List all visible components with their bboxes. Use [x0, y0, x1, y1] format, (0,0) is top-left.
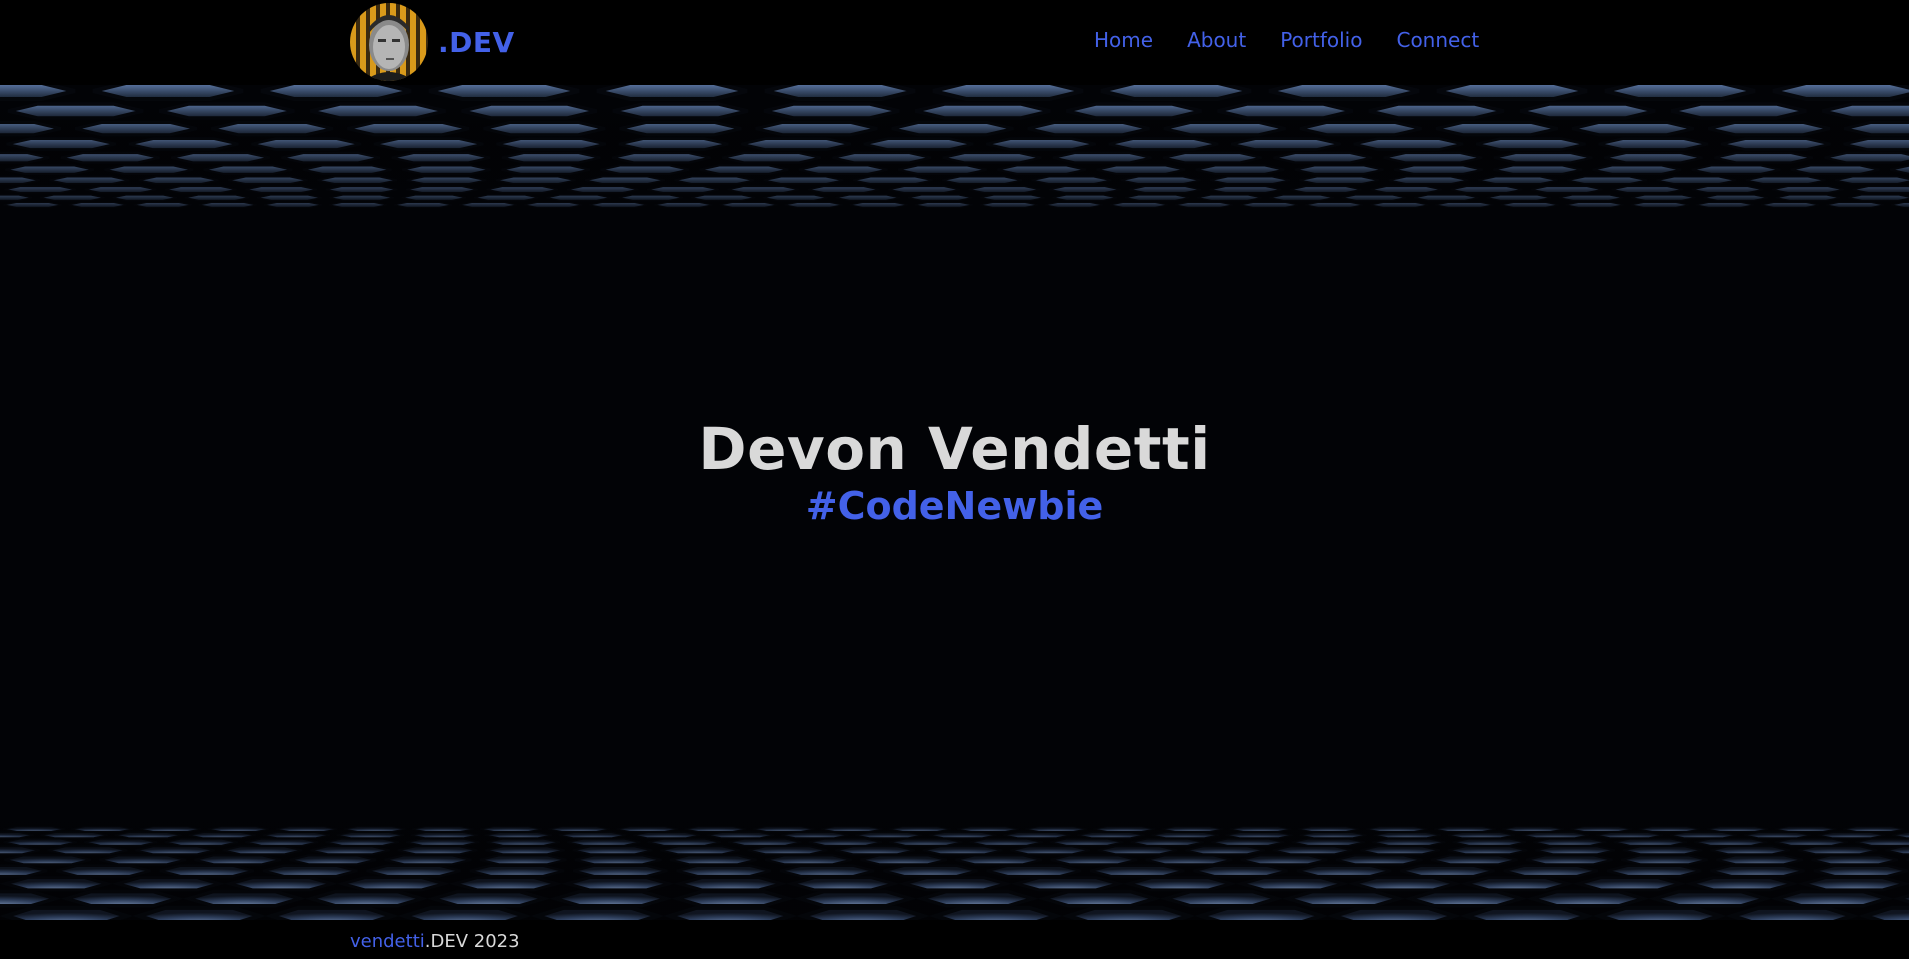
nav-portfolio-link[interactable]: Portfolio: [1280, 28, 1362, 52]
nav-home-link[interactable]: Home: [1094, 28, 1153, 52]
hero-section: Devon Vendetti #CodeNewbie: [0, 85, 1909, 920]
hero-tagline: #CodeNewbie: [805, 484, 1104, 528]
logo[interactable]: .DEV: [350, 2, 515, 82]
nav-about-link[interactable]: About: [1187, 28, 1246, 52]
site-footer: vendetti.DEV 2023: [0, 920, 1909, 959]
site-header: .DEV Home About Portfolio Connect: [0, 0, 1909, 85]
hero-content: Devon Vendetti #CodeNewbie: [0, 420, 1909, 530]
hex-ceiling-graphic: [0, 85, 1909, 315]
footer-brand[interactable]: vendetti: [350, 931, 425, 952]
logo-text: .DEV: [438, 25, 515, 59]
avatar: [350, 3, 428, 81]
main-nav: Home About Portfolio Connect: [1094, 28, 1479, 52]
hex-floor-graphic: [0, 665, 1909, 920]
footer-year: .DEV 2023: [424, 931, 520, 952]
nav-connect-link[interactable]: Connect: [1396, 28, 1479, 52]
page: .DEV Home About Portfolio Connect Devon …: [0, 0, 1909, 959]
hero-name: Devon Vendetti: [698, 415, 1211, 483]
footer-copyright: vendetti.DEV 2023: [350, 931, 520, 952]
